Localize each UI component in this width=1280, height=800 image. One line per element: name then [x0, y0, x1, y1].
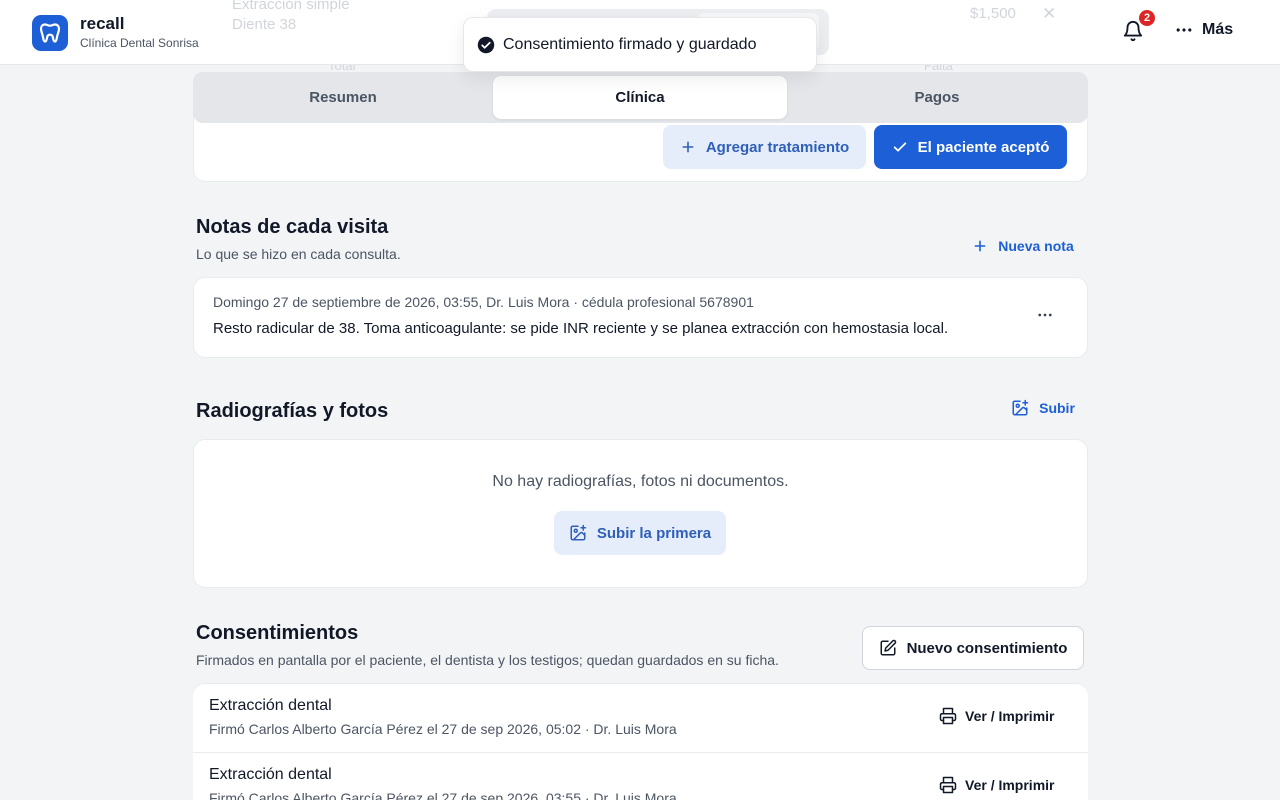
images-title: Radiografías y fotos	[196, 400, 389, 422]
consents-subtitle: Firmados en pantalla por el paciente, el…	[196, 652, 779, 668]
view-print-button[interactable]: Ver / Imprimir	[939, 776, 1054, 794]
ghost-tooth-label: Diente 38	[232, 16, 297, 33]
ghost-price: $1,500	[970, 5, 1016, 22]
ghost-remove-icon: ✕	[1042, 4, 1057, 23]
edit-document-icon	[880, 639, 896, 656]
add-treatment-button[interactable]: Agregar tratamiento	[663, 125, 866, 169]
ellipsis-icon	[1038, 313, 1052, 317]
tooth-logo-icon	[32, 14, 68, 51]
add-treatment-label: Agregar tratamiento	[705, 138, 850, 156]
note-text: Resto radicular de 38. Toma anticoagulan…	[213, 320, 949, 337]
upload-first-label: Subir la primera	[596, 524, 712, 542]
more-label: Más	[1202, 21, 1234, 38]
notification-badge: 2	[1137, 8, 1157, 28]
upload-first-button[interactable]: Subir la primera	[554, 511, 726, 555]
upload-button[interactable]: Subir	[1004, 393, 1082, 423]
brand[interactable]: recall Clínica Dental Sonrisa	[32, 14, 199, 51]
consent-signed-info: Firmó Carlos Alberto García Pérez el 27 …	[209, 721, 677, 737]
plus-icon	[682, 141, 694, 153]
image-upload-icon	[1012, 399, 1029, 416]
ghost-treatment-name: Extracción simple	[232, 0, 350, 13]
patient-accepted-label: El paciente aceptó	[917, 138, 1050, 156]
images-empty-text: No hay radiografías, fotos ni documentos…	[492, 473, 789, 490]
section-tabs: Resumen Clínica Pagos	[193, 72, 1088, 123]
check-circle-icon	[477, 36, 495, 53]
check-icon	[893, 142, 906, 152]
note-options-button[interactable]	[1032, 304, 1058, 326]
ellipsis-icon	[1176, 28, 1192, 32]
printer-icon	[939, 776, 957, 794]
note-meta: Domingo 27 de septiembre de 2026, 03:55,…	[213, 294, 754, 310]
app-name: recall	[80, 14, 125, 33]
consent-row: Extracción dental Firmó Carlos Alberto G…	[193, 753, 1088, 800]
new-note-label: Nueva nota	[998, 238, 1074, 254]
notes-title: Notas de cada visita	[196, 216, 389, 238]
tab-clinica[interactable]: Clínica	[493, 76, 787, 119]
consent-title: Extracción dental	[209, 697, 332, 714]
consents-title: Consentimientos	[196, 622, 359, 644]
image-upload-icon	[570, 524, 587, 541]
clinic-name: Clínica Dental Sonrisa	[80, 36, 199, 50]
view-print-label: Ver / Imprimir	[965, 777, 1055, 793]
view-print-label: Ver / Imprimir	[965, 708, 1055, 724]
patient-accepted-button[interactable]: El paciente aceptó	[874, 125, 1067, 169]
note-card	[193, 277, 1088, 358]
more-menu-button[interactable]: Más	[1174, 20, 1233, 40]
notes-subtitle: Lo que se hizo en cada consulta.	[196, 246, 401, 262]
new-note-button[interactable]: Nueva nota	[964, 231, 1082, 261]
consent-signed-info: Firmó Carlos Alberto García Pérez el 27 …	[209, 790, 677, 800]
printer-icon	[939, 707, 957, 725]
tab-pagos[interactable]: Pagos	[790, 76, 1084, 119]
new-consent-label: Nuevo consentimiento	[906, 639, 1068, 657]
upload-label: Subir	[1039, 400, 1075, 416]
consent-row: Extracción dental Firmó Carlos Alberto G…	[193, 684, 1088, 753]
success-toast: Consentimiento firmado y guardado	[463, 17, 817, 72]
tab-resumen[interactable]: Resumen	[196, 76, 490, 119]
new-consent-button[interactable]: Nuevo consentimiento	[862, 626, 1084, 670]
toast-message: Consentimiento firmado y guardado	[503, 35, 757, 53]
plus-icon	[974, 240, 986, 252]
consent-title: Extracción dental	[209, 766, 332, 783]
view-print-button[interactable]: Ver / Imprimir	[939, 707, 1054, 725]
